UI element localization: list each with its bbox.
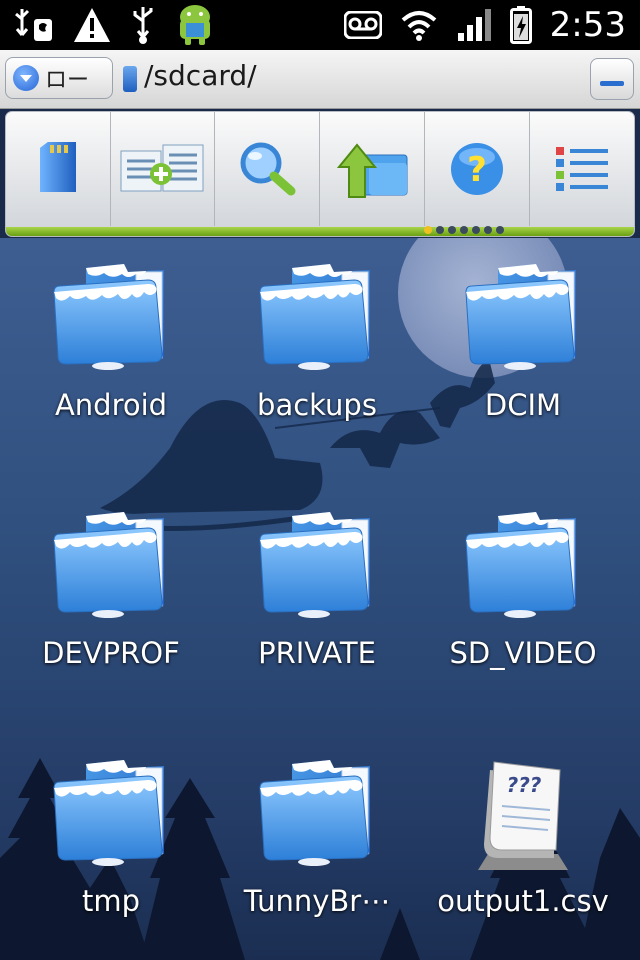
multi-select-icon: [120, 144, 204, 192]
multi-select-button[interactable]: [110, 112, 215, 226]
file-name: PRIVATE: [258, 636, 376, 670]
sdcard-small-icon: [123, 66, 137, 92]
current-path[interactable]: /sdcard/: [144, 59, 257, 92]
status-bar: 2:53: [0, 0, 640, 50]
unknown-file-icon: ???: [478, 761, 568, 870]
folder-icon: [465, 511, 577, 619]
page-dot: [484, 226, 492, 234]
file-item-tmp[interactable]: tmp: [8, 734, 214, 960]
list-view-button[interactable]: [530, 112, 634, 226]
folder-icon: [53, 511, 165, 619]
up-folder-icon: [336, 143, 408, 198]
file-name: DEVPROF: [42, 636, 180, 670]
folder-icon: [465, 263, 577, 371]
file-name: Android: [54, 388, 168, 422]
page-dot: [472, 226, 480, 234]
sdcard-icon: [40, 142, 76, 192]
usb-debug-icon: [15, 9, 52, 41]
chevron-down-icon: [13, 65, 39, 91]
folder-icon: [259, 263, 371, 371]
toolbar: ?: [5, 111, 635, 237]
file-item-sd-video[interactable]: SD_VIDEO: [420, 486, 626, 726]
search-button[interactable]: [215, 112, 320, 226]
file-item-android[interactable]: Android: [8, 238, 214, 478]
usb-icon: [133, 7, 153, 44]
search-icon: [240, 142, 296, 196]
collapse-toolbar-button[interactable]: [590, 58, 634, 100]
location-dropdown-button[interactable]: ロー: [5, 57, 113, 99]
file-name: TunnyBr⋯: [243, 884, 391, 918]
file-item-backups[interactable]: backups: [214, 238, 420, 478]
help-icon: ?: [451, 143, 503, 195]
location-label: ロー: [45, 68, 90, 93]
folder-icon: [259, 759, 371, 867]
file-name: tmp: [81, 884, 141, 918]
svg-text:???: ???: [507, 773, 542, 797]
page-dot: [496, 226, 504, 234]
clock: 2:53: [549, 5, 626, 45]
page-dot: [460, 226, 468, 234]
toolbar-page-indicator: [424, 226, 504, 234]
file-grid: Android backups DCIM DEVPROF PRIVATE SD_…: [0, 238, 640, 960]
sdcard-button[interactable]: [6, 112, 111, 226]
file-name: DCIM: [484, 388, 562, 422]
toolbar-accent-bar: [6, 227, 634, 236]
list-view-icon: [556, 147, 608, 191]
file-name: output1.csv: [437, 884, 609, 918]
page-dot: [436, 226, 444, 234]
help-button[interactable]: ?: [425, 112, 530, 226]
wifi-icon: [401, 11, 436, 41]
minus-icon: [600, 81, 624, 86]
folder-icon: [259, 511, 371, 619]
file-browser-area: Android backups DCIM DEVPROF PRIVATE SD_…: [0, 238, 640, 960]
file-name: SD_VIDEO: [449, 636, 597, 670]
file-item-output1-csv[interactable]: ??? output1.csv: [420, 734, 626, 960]
android-icon: [180, 5, 210, 45]
signal-icon: [457, 9, 491, 41]
path-bar: ロー /sdcard/: [0, 50, 640, 109]
svg-text:?: ?: [467, 150, 487, 190]
file-item-devprof[interactable]: DEVPROF: [8, 486, 214, 726]
page-dot: [424, 226, 432, 234]
file-item-tunnybr[interactable]: TunnyBr⋯: [214, 734, 420, 960]
warning-icon: [74, 8, 110, 42]
file-item-private[interactable]: PRIVATE: [214, 486, 420, 726]
up-folder-button[interactable]: [320, 112, 425, 226]
file-name: backups: [257, 388, 377, 422]
folder-icon: [53, 759, 165, 867]
folder-icon: [53, 263, 165, 371]
page-dot: [448, 226, 456, 234]
file-item-dcim[interactable]: DCIM: [420, 238, 626, 478]
voicemail-icon: [343, 11, 382, 39]
battery-charging-icon: [509, 6, 532, 44]
